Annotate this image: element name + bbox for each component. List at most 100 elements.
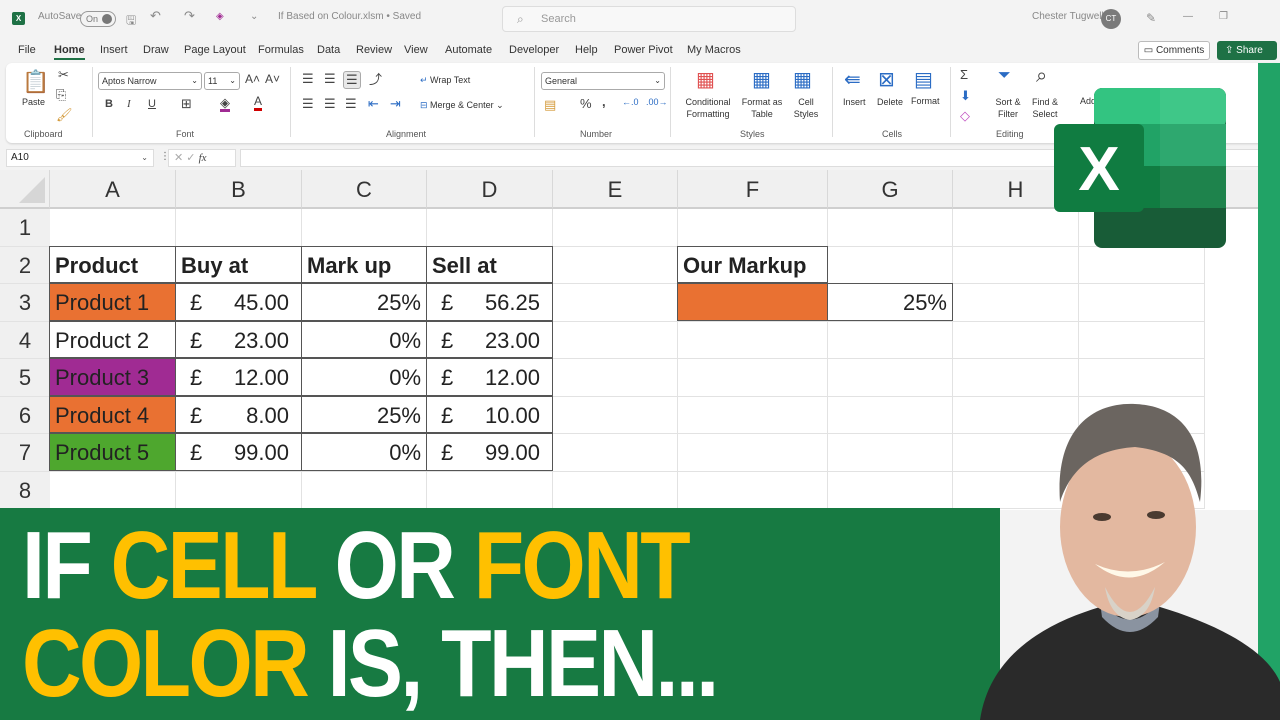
tab-insert[interactable]: Insert [100,44,128,56]
empty-cell[interactable] [828,209,953,247]
font-name-select[interactable]: Aptos Narrow ⌄ [98,72,202,90]
cell-b7[interactable]: £99.00 [175,433,302,471]
cell-a2[interactable]: Product [49,245,176,283]
cell-c6[interactable]: 25% [301,395,427,433]
row-header-1[interactable]: 1 [0,209,50,247]
empty-cell[interactable] [828,246,953,284]
empty-cell[interactable] [553,471,678,509]
customize-qat-icon[interactable]: ⌄ [250,11,258,22]
accounting-format-icon[interactable]: ▤ [544,97,556,113]
align-left-icon[interactable]: ☰ [302,96,314,112]
share-button[interactable]: ⇪ Share [1217,41,1277,60]
cut-icon[interactable]: ✂ [58,67,69,83]
empty-cell[interactable] [553,359,678,397]
empty-cell[interactable] [678,434,828,472]
row-header-4[interactable]: 4 [0,321,50,359]
copy-icon[interactable]: ⎘ [56,87,66,103]
autosum-icon[interactable]: Σ [960,67,968,82]
cell-b5[interactable]: £12.00 [175,358,302,396]
empty-cell[interactable] [302,209,427,247]
underline-button[interactable]: U [148,98,156,110]
minimize-button[interactable]: — [1183,11,1193,22]
paste-button[interactable]: Paste [22,97,45,107]
merge-center-button[interactable]: ⊟ Merge & Center ⌄ [420,100,504,111]
find-icon[interactable]: ⌕ [1036,65,1047,88]
column-header-g[interactable]: G [828,170,953,209]
insert-cells-icon[interactable]: ⇚ [844,67,861,92]
empty-cell[interactable] [553,396,678,434]
column-header-a[interactable]: A [50,170,176,209]
empty-cell[interactable] [953,359,1079,397]
empty-cell[interactable] [828,321,953,359]
increase-font-icon[interactable]: A˄ [245,72,260,86]
fill-color-icon[interactable]: ◈ [220,96,230,112]
cell-d6[interactable]: £10.00 [426,395,553,433]
wrap-text-button[interactable]: ↵ Wrap Text [420,75,470,86]
format-cells-icon[interactable]: ▤ [914,67,933,92]
sort-filter-icon[interactable]: ⏷ [998,67,1011,85]
tab-formulas[interactable]: Formulas [258,44,304,56]
empty-cell[interactable] [828,396,953,434]
cell-a5[interactable]: Product 3 [49,358,176,396]
align-middle-icon[interactable]: ☰ [324,71,336,87]
number-format-select[interactable]: General ⌄ [541,72,665,90]
tab-review[interactable]: Review [356,44,392,56]
decrease-font-icon[interactable]: A˅ [265,72,280,86]
empty-cell[interactable] [678,471,828,509]
cell-b4[interactable]: £23.00 [175,320,302,358]
clear-icon[interactable]: ◇ [960,108,970,124]
cell-d3[interactable]: £56.25 [426,283,553,321]
tab-my-macros[interactable]: My Macros [687,44,741,56]
cell-b6[interactable]: £8.00 [175,395,302,433]
cell-d2[interactable]: Sell at [426,245,553,283]
cell-c5[interactable]: 0% [301,358,427,396]
cell-styles-button[interactable]: Cell Styles [790,96,822,120]
empty-cell[interactable] [50,209,176,247]
empty-cell[interactable] [50,471,176,509]
tab-help[interactable]: Help [575,44,598,56]
empty-cell[interactable] [176,209,302,247]
align-bottom-icon[interactable]: ☰ [343,71,361,89]
paste-icon[interactable]: 📋 [22,69,49,95]
delete-button[interactable]: Delete [877,97,903,107]
empty-cell[interactable] [953,321,1079,359]
increase-indent-icon[interactable]: ⇥ [390,96,401,112]
empty-cell[interactable] [176,471,302,509]
borders-icon[interactable]: ⊞ [181,96,192,112]
undo-icon[interactable]: ↶ [150,8,161,24]
comma-style-icon[interactable]: , [602,94,606,109]
cell-f3[interactable] [677,283,828,321]
empty-cell[interactable] [302,471,427,509]
cell-a7[interactable]: Product 5 [49,433,176,471]
font-color-icon[interactable]: A [254,95,263,111]
tab-data[interactable]: Data [317,44,340,56]
row-header-7[interactable]: 7 [0,434,50,472]
file-name[interactable]: If Based on Colour.xlsm • Saved [278,11,421,22]
empty-cell[interactable] [553,209,678,247]
select-all-corner[interactable] [0,170,50,209]
increase-decimal-icon[interactable]: ←.0 [622,97,639,107]
cell-f2[interactable]: Our Markup [677,245,828,283]
row-header-2[interactable]: 2 [0,246,50,284]
restore-button[interactable]: ❐ [1219,11,1228,22]
empty-cell[interactable] [553,434,678,472]
font-size-select[interactable]: 11 ⌄ [204,72,240,90]
row-header-6[interactable]: 6 [0,396,50,434]
search-box[interactable]: ⌕ Search [502,6,796,32]
cell-a4[interactable]: Product 2 [49,320,176,358]
cancel-icon[interactable]: ✕ [174,152,186,164]
pen-icon[interactable]: ✎ [1146,11,1156,25]
tab-view[interactable]: View [404,44,428,56]
conditional-formatting-button[interactable]: Conditional Formatting [680,96,736,120]
cell-d5[interactable]: £12.00 [426,358,553,396]
tab-automate[interactable]: Automate [445,44,492,56]
decrease-decimal-icon[interactable]: .00→ [646,97,668,107]
empty-cell[interactable] [427,209,553,247]
empty-cell[interactable] [953,284,1079,322]
align-top-icon[interactable]: ☰ [302,71,314,87]
tab-power-pivot[interactable]: Power Pivot [614,44,673,56]
empty-cell[interactable] [828,434,953,472]
empty-cell[interactable] [1079,246,1205,284]
tab-file[interactable]: File [18,44,36,56]
cell-a6[interactable]: Product 4 [49,395,176,433]
